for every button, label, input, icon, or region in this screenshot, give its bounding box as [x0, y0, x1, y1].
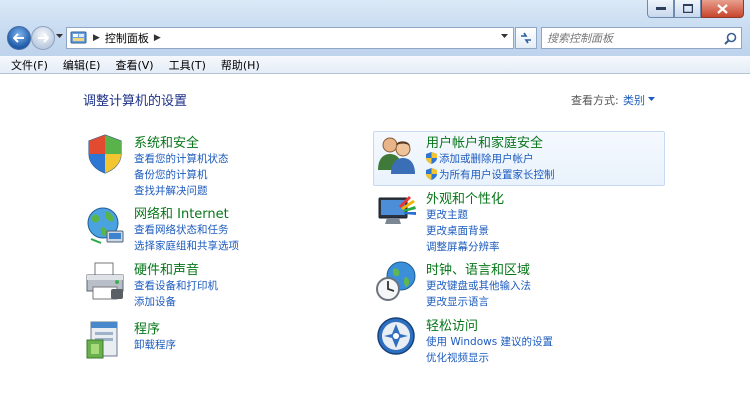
- users-icon: [378, 137, 415, 174]
- menu-help[interactable]: 帮助(H): [221, 57, 260, 73]
- link-text[interactable]: 为所有用户设置家长控制: [439, 169, 555, 181]
- refresh-button[interactable]: [515, 27, 537, 49]
- display-palette-icon: [378, 196, 416, 224]
- link-change-display-language[interactable]: 更改显示语言: [426, 294, 531, 310]
- forward-button[interactable]: [31, 26, 55, 50]
- uac-shield-icon: [426, 168, 437, 180]
- clock-globe-icon: [376, 261, 416, 301]
- category-title[interactable]: 硬件和声音: [134, 259, 199, 278]
- link-change-theme[interactable]: 更改主题: [426, 207, 500, 223]
- network-globe-icon: [87, 207, 124, 244]
- view-by-label: 查看方式:: [571, 94, 619, 107]
- search-icon[interactable]: [724, 32, 737, 45]
- back-button[interactable]: [7, 26, 31, 50]
- link-text[interactable]: 添加或删除用户帐户: [439, 153, 534, 165]
- category-title[interactable]: 系统和安全: [134, 132, 199, 151]
- search-input[interactable]: [547, 31, 723, 45]
- menu-edit[interactable]: 编辑(E): [63, 57, 101, 73]
- minimize-icon: [655, 6, 666, 10]
- link-troubleshoot[interactable]: 查找并解决问题: [134, 183, 229, 199]
- minimize-button[interactable]: [647, 0, 674, 18]
- shield-flag-icon: [88, 134, 122, 174]
- link-change-background[interactable]: 更改桌面背景: [426, 223, 500, 239]
- menu-tools[interactable]: 工具(T): [169, 57, 206, 73]
- close-icon: [717, 3, 728, 14]
- link-view-computer-status[interactable]: 查看您的计算机状态: [134, 151, 229, 167]
- view-by-dropdown[interactable]: 类别: [623, 92, 645, 108]
- category-title[interactable]: 轻松访问: [426, 315, 478, 334]
- address-bar[interactable]: ▶ 控制面板 ▶: [66, 27, 514, 49]
- arrow-right-icon: [38, 33, 49, 43]
- link-add-remove-accounts[interactable]: 添加或删除用户帐户: [426, 151, 555, 167]
- programs-icon: [86, 321, 118, 359]
- page-title: 调整计算机的设置: [83, 94, 188, 109]
- arrow-left-icon: [13, 33, 24, 43]
- link-change-input-methods[interactable]: 更改键盘或其他输入法: [426, 278, 531, 294]
- link-uninstall-program[interactable]: 卸载程序: [134, 337, 176, 353]
- category-title[interactable]: 程序: [134, 318, 160, 337]
- navigation-bar: ▶ 控制面板 ▶: [0, 26, 750, 52]
- address-dropdown-icon[interactable]: [501, 34, 508, 39]
- control-panel-icon: [70, 31, 87, 44]
- link-windows-recommended-settings[interactable]: 使用 Windows 建议的设置: [426, 334, 553, 350]
- category-title[interactable]: 外观和个性化: [426, 188, 504, 207]
- category-title[interactable]: 时钟、语言和区域: [426, 259, 530, 278]
- link-backup-computer[interactable]: 备份您的计算机: [134, 167, 229, 183]
- link-network-status[interactable]: 查看网络状态和任务: [134, 222, 239, 238]
- window-frame: ▶ 控制面板 ▶: [0, 0, 750, 56]
- link-homegroup-sharing[interactable]: 选择家庭组和共享选项: [134, 238, 239, 254]
- menu-file[interactable]: 文件(F): [11, 57, 48, 73]
- chevron-down-icon[interactable]: [648, 97, 655, 101]
- maximize-button[interactable]: [674, 0, 701, 18]
- link-optimize-visual-display[interactable]: 优化视频显示: [426, 350, 553, 366]
- link-screen-resolution[interactable]: 调整屏幕分辨率: [426, 239, 500, 255]
- close-button[interactable]: [701, 0, 744, 18]
- breadcrumb-control-panel[interactable]: 控制面板: [105, 30, 149, 46]
- control-panel-content: 调整计算机的设置 查看方式: 类别 系统和安全 查看您的计算机状态 备份您的计算…: [0, 75, 750, 400]
- link-parental-controls[interactable]: 为所有用户设置家长控制: [426, 167, 555, 183]
- printer-icon: [86, 262, 124, 300]
- category-title[interactable]: 用户帐户和家庭安全: [426, 132, 543, 151]
- menu-bar: 文件(F) 编辑(E) 查看(V) 工具(T) 帮助(H): [0, 56, 750, 74]
- link-devices-printers[interactable]: 查看设备和打印机: [134, 278, 218, 294]
- uac-shield-icon: [426, 152, 437, 164]
- category-title[interactable]: 网络和 Internet: [134, 203, 229, 222]
- menu-view[interactable]: 查看(V): [115, 57, 153, 73]
- breadcrumb-separator-icon[interactable]: ▶: [154, 33, 161, 43]
- breadcrumb-separator-icon[interactable]: ▶: [93, 33, 100, 43]
- search-box[interactable]: [541, 27, 742, 49]
- refresh-icon: [521, 32, 531, 44]
- ease-of-access-icon: [377, 317, 415, 355]
- link-add-device[interactable]: 添加设备: [134, 294, 218, 310]
- window-controls: [647, 0, 744, 18]
- recent-pages-dropdown-icon[interactable]: [56, 34, 63, 39]
- maximize-icon: [682, 4, 693, 13]
